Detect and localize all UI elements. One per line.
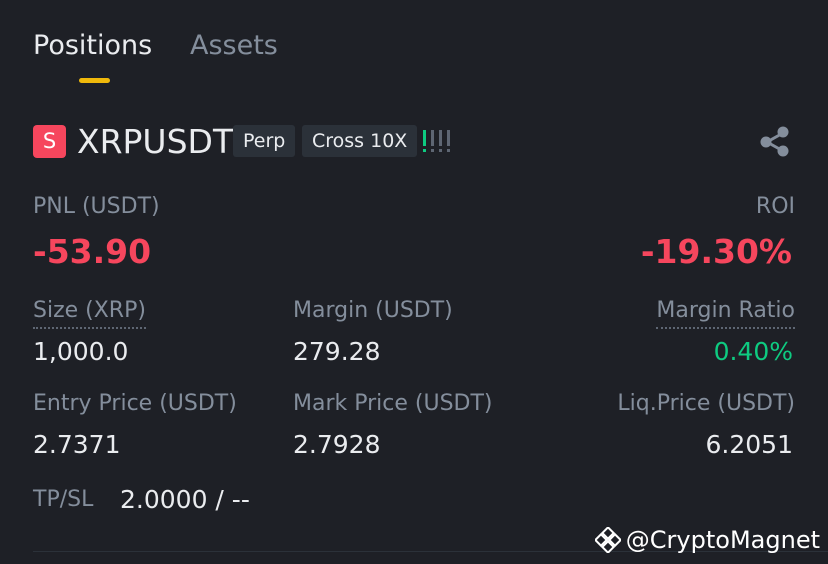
margin-mode-leverage-tag[interactable]: Cross 10X (302, 125, 418, 157)
short-side-badge: S (33, 125, 66, 158)
roi-label: ROI (755, 194, 795, 219)
pnl-value: -53.90 (33, 232, 152, 271)
margin-ratio-value: 0.40% (713, 337, 793, 366)
size-label[interactable]: Size (XRP) (33, 296, 146, 329)
active-tab-indicator (79, 78, 110, 83)
adl-indicator-icon[interactable] (422, 128, 452, 154)
tpsl-label: TP/SL (33, 487, 94, 512)
watermark: @CryptoMagnet (594, 524, 820, 556)
mark-price-value: 2.7928 (293, 430, 381, 459)
tab-assets[interactable]: Assets (190, 28, 278, 64)
entry-price-label: Entry Price (USDT) (33, 391, 237, 416)
liq-price-label: Liq.Price (USDT) (617, 391, 795, 416)
binance-logo-icon (594, 527, 621, 553)
entry-price-value: 2.7371 (33, 430, 121, 459)
roi-value: -19.30% (640, 232, 792, 271)
margin-label: Margin (USDT) (293, 298, 453, 323)
contract-type-tag: Perp (233, 125, 296, 157)
margin-value: 279.28 (293, 337, 381, 366)
share-icon[interactable] (758, 125, 791, 158)
liq-price-value: 6.2051 (705, 430, 793, 459)
mark-price-label: Mark Price (USDT) (293, 391, 493, 416)
tab-positions[interactable]: Positions (33, 28, 152, 64)
watermark-text: @CryptoMagnet (625, 526, 820, 554)
tpsl-value[interactable]: 2.0000 / -- (120, 483, 250, 517)
symbol-title[interactable]: XRPUSDT (77, 120, 233, 164)
size-value: 1,000.0 (33, 337, 129, 366)
margin-ratio-label[interactable]: Margin Ratio (656, 296, 795, 329)
pnl-label: PNL (USDT) (33, 194, 160, 219)
